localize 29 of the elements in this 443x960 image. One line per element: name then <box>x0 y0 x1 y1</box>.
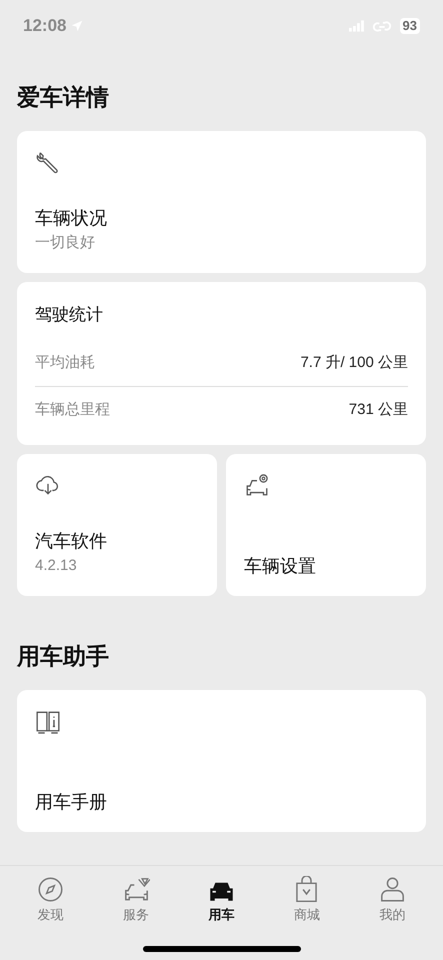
card[interactable]: 汽车软件 4.2.13 <box>17 454 217 596</box>
stat-label: 车辆总里程 <box>35 400 110 420</box>
tab[interactable]: 服务 <box>106 876 166 924</box>
car-heart-icon <box>122 876 150 903</box>
compass-icon <box>37 876 64 903</box>
card-title: 用车手册 <box>35 790 108 814</box>
section-title: 用车助手 <box>17 642 110 671</box>
stat-label: 平均油耗 <box>35 353 95 374</box>
card-title: 车辆设置 <box>244 555 317 578</box>
tab[interactable]: 用车 <box>191 876 252 924</box>
card-title: 汽车软件 <box>35 530 108 553</box>
clock: 12:08 <box>23 15 66 38</box>
tab[interactable]: 商城 <box>276 876 337 924</box>
card-title: 驾驶统计 <box>35 304 104 326</box>
card-subtitle: 一切良好 <box>35 232 96 252</box>
stat-value: 7.7 升/ 100 公里 <box>300 353 408 374</box>
car-gear-icon <box>244 472 270 498</box>
card-subtitle: 4.2.13 <box>35 556 78 576</box>
tab[interactable]: 我的 <box>362 876 422 924</box>
home-indicator[interactable] <box>142 946 300 952</box>
card-title: 车辆状况 <box>35 206 108 230</box>
card[interactable]: 车辆状况 一切良好 <box>17 130 426 272</box>
card[interactable]: 车辆设置 <box>226 454 426 596</box>
card[interactable]: 用车手册 <box>17 690 426 832</box>
tab[interactable]: 发现 <box>20 876 81 924</box>
stat-value: 731 公里 <box>348 400 408 420</box>
battery-badge: 93 <box>400 18 420 34</box>
person-icon <box>378 876 406 903</box>
section-title: 爱车详情 <box>17 83 110 112</box>
